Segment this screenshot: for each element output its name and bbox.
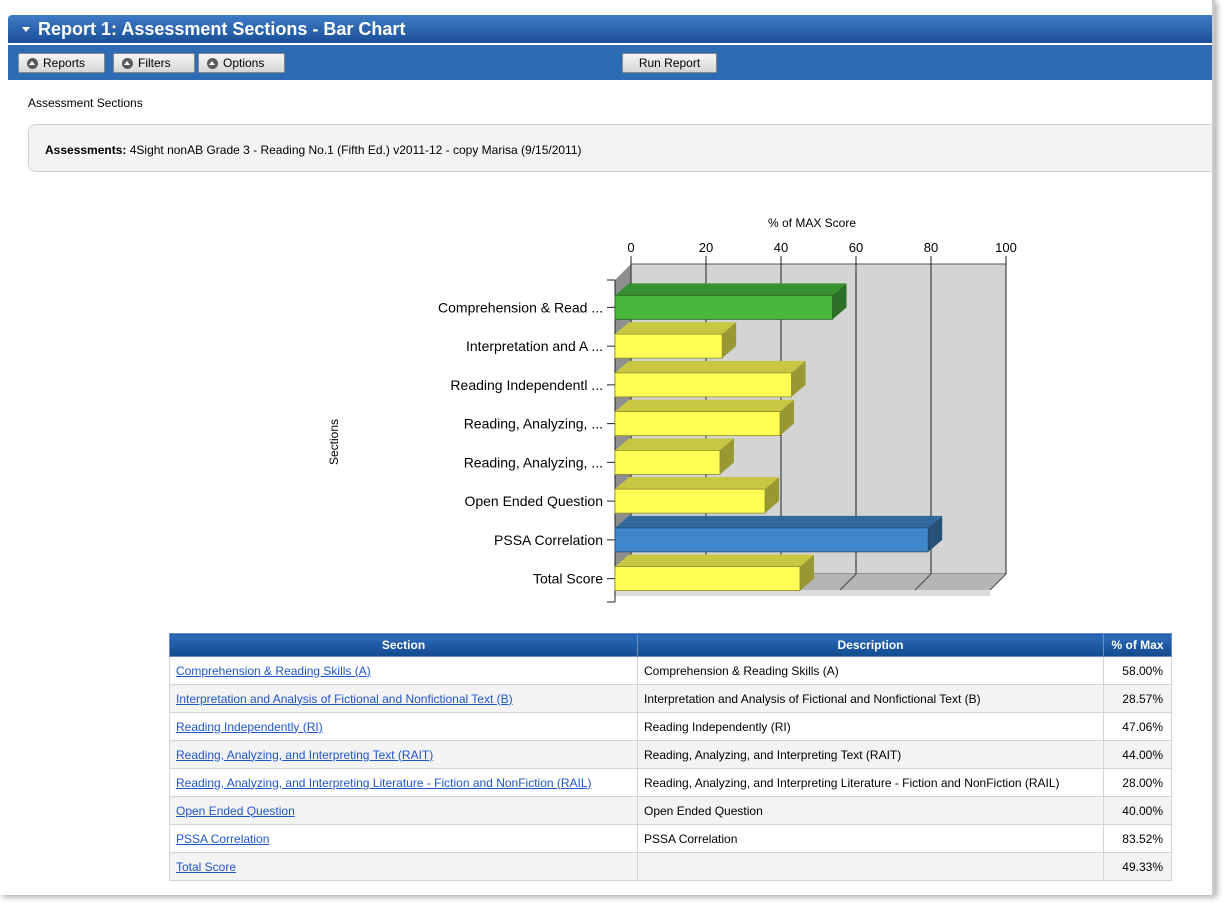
table-row: PSSA Correlation PSSA Correlation 83.52% bbox=[169, 824, 1172, 853]
section-cell: Interpretation and Analysis of Fictional… bbox=[169, 684, 638, 713]
table-row: Reading, Analyzing, and Interpreting Tex… bbox=[169, 740, 1172, 769]
bar-top bbox=[615, 554, 814, 567]
section-cell: Reading, Analyzing, and Interpreting Tex… bbox=[169, 740, 638, 769]
section-link[interactable]: Reading, Analyzing, and Interpreting Lit… bbox=[176, 776, 592, 790]
description-cell: Open Ended Question bbox=[637, 796, 1104, 825]
x-tick-label: 20 bbox=[699, 240, 713, 255]
bar-top bbox=[615, 283, 847, 296]
bar-top bbox=[615, 399, 794, 412]
description-cell: PSSA Correlation bbox=[637, 824, 1104, 853]
section-cell: Comprehension & Reading Skills (A) bbox=[169, 656, 638, 685]
section-link[interactable]: Comprehension & Reading Skills (A) bbox=[176, 664, 371, 678]
section-link[interactable]: Total Score bbox=[176, 860, 236, 874]
bar bbox=[614, 527, 929, 553]
section-link[interactable]: PSSA Correlation bbox=[176, 832, 269, 846]
description-cell: Comprehension & Reading Skills (A) bbox=[637, 656, 1104, 685]
expand-up-icon bbox=[122, 57, 133, 69]
bar-top bbox=[615, 515, 943, 528]
table-row: Interpretation and Analysis of Fictional… bbox=[169, 684, 1172, 713]
table-row: Comprehension & Reading Skills (A) Compre… bbox=[169, 656, 1172, 685]
bar-top bbox=[615, 438, 734, 451]
table-row: Reading, Analyzing, and Interpreting Lit… bbox=[169, 768, 1172, 797]
expand-up-icon bbox=[207, 57, 218, 69]
x-tick-label: 60 bbox=[849, 240, 863, 255]
percent-cell: 40.00% bbox=[1103, 796, 1172, 825]
section-link[interactable]: Reading, Analyzing, and Interpreting Tex… bbox=[176, 748, 433, 762]
filters-button[interactable]: Filters bbox=[113, 53, 195, 73]
filters-button-label: Filters bbox=[138, 56, 171, 70]
options-button[interactable]: Options bbox=[198, 53, 285, 73]
collapse-arrow-icon[interactable] bbox=[22, 27, 30, 32]
y-tick-label: Comprehension & Read ... bbox=[438, 299, 603, 315]
run-report-button-label: Run Report bbox=[638, 56, 701, 70]
x-tick-label: 0 bbox=[627, 240, 634, 255]
description-cell: Reading Independently (RI) bbox=[637, 712, 1104, 741]
percent-cell: 44.00% bbox=[1103, 740, 1172, 769]
section-cell: PSSA Correlation bbox=[169, 824, 638, 853]
section-bar-chart: 0 20 40 60 80 100 % of MAX Score Sections Compre… bbox=[327, 216, 1017, 603]
section-cell: Reading Independently (RI) bbox=[169, 712, 638, 741]
percent-cell: 28.00% bbox=[1103, 768, 1172, 797]
percent-cell: 49.33% bbox=[1103, 852, 1172, 881]
report-window: Report 1: Assessment Sections - Bar Char… bbox=[0, 0, 1215, 895]
bar bbox=[614, 566, 801, 592]
run-report-button[interactable]: Run Report bbox=[622, 53, 717, 73]
bar-top bbox=[615, 322, 737, 335]
y-tick-label: PSSA Correlation bbox=[494, 532, 603, 548]
x-tick-label: 40 bbox=[774, 240, 788, 255]
section-link[interactable]: Reading Independently (RI) bbox=[176, 720, 323, 734]
description-cell: Reading, Analyzing, and Interpreting Tex… bbox=[637, 740, 1104, 769]
table-header-row: Section Description % of Max bbox=[169, 633, 1172, 657]
bar bbox=[614, 372, 792, 398]
options-button-label: Options bbox=[223, 56, 265, 70]
percent-cell: 28.57% bbox=[1103, 684, 1172, 713]
assessments-panel: Assessments: 4Sight nonAB Grade 3 - Read… bbox=[28, 124, 1212, 172]
sections-table: Section Description % of Max Comprehensi… bbox=[169, 633, 1172, 881]
bar bbox=[614, 411, 781, 437]
column-header[interactable]: Section bbox=[169, 633, 638, 657]
bar bbox=[614, 488, 766, 514]
toolbar: Reports Filters Options Run Report bbox=[8, 45, 1212, 80]
column-header[interactable]: % of Max bbox=[1103, 633, 1172, 657]
assessments-label: Assessments: bbox=[45, 143, 127, 157]
y-tick-label: Reading, Analyzing, ... bbox=[464, 454, 603, 470]
percent-cell: 47.06% bbox=[1103, 712, 1172, 741]
x-tick-label: 80 bbox=[924, 240, 938, 255]
y-tick-label: Interpretation and A ... bbox=[466, 338, 603, 354]
reports-button[interactable]: Reports bbox=[18, 53, 105, 73]
y-tick-label: Total Score bbox=[533, 571, 603, 587]
section-cell: Total Score bbox=[169, 852, 638, 881]
description-cell bbox=[637, 852, 1104, 881]
chart-title: % of MAX Score bbox=[768, 216, 856, 230]
y-tick-label: Reading Independentl ... bbox=[450, 377, 603, 393]
section-cell: Open Ended Question bbox=[169, 796, 638, 825]
y-axis-title: Sections bbox=[327, 419, 341, 465]
section-link[interactable]: Interpretation and Analysis of Fictional… bbox=[176, 692, 513, 706]
table-row: Open Ended Question Open Ended Question 40… bbox=[169, 796, 1172, 825]
description-cell: Reading, Analyzing, and Interpreting Lit… bbox=[637, 768, 1104, 797]
window-title-bar[interactable]: Report 1: Assessment Sections - Bar Char… bbox=[8, 15, 1212, 43]
y-tick-label: Reading, Analyzing, ... bbox=[464, 416, 603, 432]
percent-cell: 58.00% bbox=[1103, 656, 1172, 685]
bar bbox=[614, 333, 723, 359]
bar bbox=[614, 449, 721, 475]
x-tick-label: 100 bbox=[995, 240, 1017, 255]
section-link[interactable]: Open Ended Question bbox=[176, 804, 295, 818]
window-title: Report 1: Assessment Sections - Bar Char… bbox=[38, 19, 406, 39]
description-cell: Interpretation and Analysis of Fictional… bbox=[637, 684, 1104, 713]
expand-up-icon bbox=[27, 57, 38, 69]
page-heading: Assessment Sections bbox=[28, 96, 143, 110]
bar-top bbox=[615, 477, 779, 490]
reports-button-label: Reports bbox=[43, 56, 86, 70]
bar bbox=[614, 294, 833, 320]
section-cell: Reading, Analyzing, and Interpreting Lit… bbox=[169, 768, 638, 797]
y-tick-label: Open Ended Question bbox=[464, 493, 603, 509]
table-row: Reading Independently (RI) Reading Indepe… bbox=[169, 712, 1172, 741]
bar-top bbox=[615, 360, 806, 373]
percent-cell: 83.52% bbox=[1103, 824, 1172, 853]
table-row: Total Score 49.33% bbox=[169, 852, 1172, 881]
assessments-value: 4Sight nonAB Grade 3 - Reading No.1 (Fif… bbox=[129, 143, 582, 157]
column-header[interactable]: Description bbox=[637, 633, 1104, 657]
